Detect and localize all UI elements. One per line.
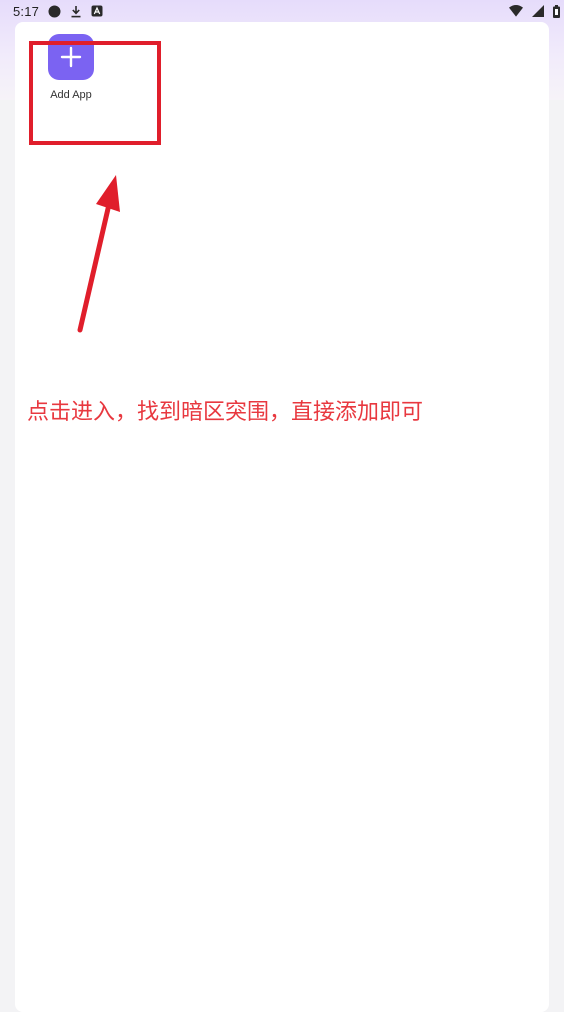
status-bar: 5:17 [0, 0, 564, 22]
status-bar-right [509, 4, 560, 18]
signal-icon [532, 5, 544, 17]
circle-icon [48, 5, 61, 18]
add-app-tile[interactable] [48, 34, 94, 80]
arrow-annotation-icon [77, 175, 120, 333]
status-time: 5:17 [13, 3, 40, 19]
status-bar-left: 5:17 [13, 4, 103, 19]
download-icon [70, 5, 82, 18]
battery-icon [553, 4, 560, 18]
plus-icon [60, 46, 82, 68]
add-app-label: Add App [50, 89, 92, 101]
add-app-button[interactable]: Add App [34, 34, 108, 108]
instruction-text: 点击进入，找到暗区突围，直接添加即可 [27, 400, 424, 425]
notification-a-icon [91, 5, 103, 17]
wifi-icon [509, 5, 523, 17]
